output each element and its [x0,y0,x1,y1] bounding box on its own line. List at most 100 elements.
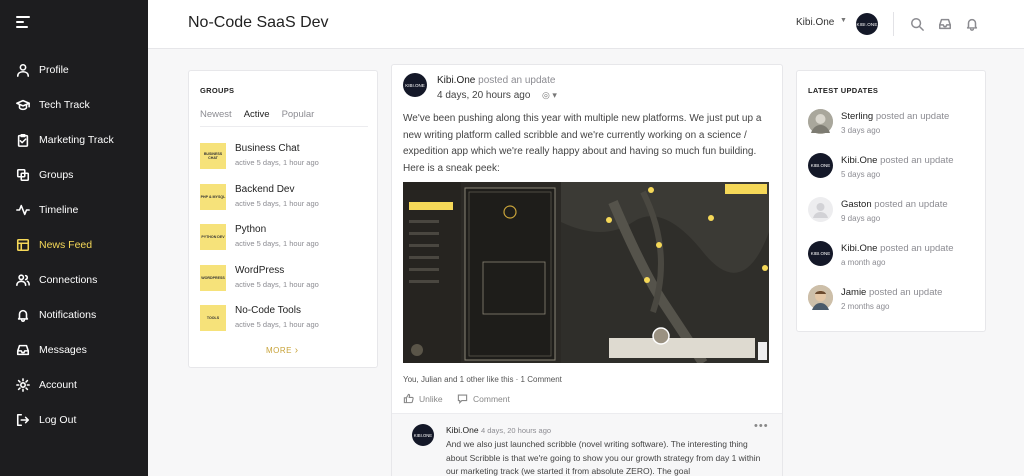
unlike-label: Unlike [419,393,443,404]
group-thumbnail[interactable]: BUSINESS CHAT [200,143,226,169]
header-divider [893,12,894,36]
comment-icon [457,394,468,404]
update-action: posted an update [874,199,948,210]
sidebar: Profile Tech Track Marketing Track Group… [0,0,148,476]
user-icon [16,63,30,77]
chevron-down-icon[interactable]: ▼ [840,17,847,24]
bell-icon[interactable] [965,17,979,31]
sidebar-item-label: Account [39,378,77,391]
comment-timestamp: 4 days, 20 hours ago [480,426,552,435]
latest-updates-heading: LATEST UPDATES [808,86,879,95]
avatar[interactable]: KIBI.ONE [412,424,434,446]
sidebar-item-marketing-track[interactable]: Marketing Track [0,122,148,157]
group-name[interactable]: Backend Dev [235,184,319,195]
user-menu-name[interactable]: Kibi.One [796,17,834,28]
avatar[interactable] [808,285,833,310]
list-item[interactable]: KIBI.ONE Kibi.One posted an update 5 days… [808,153,954,197]
post-timestamp[interactable]: 4 days, 20 hours ago [437,90,530,101]
update-author[interactable]: Kibi.One [841,243,877,254]
activity-post: KIBI.ONE Kibi.One posted an update 4 day… [391,64,783,476]
update-time: a month ago [841,258,886,267]
tab-popular[interactable]: Popular [282,109,315,126]
avatar[interactable] [808,109,833,134]
likes-summary[interactable]: You, Julian and 1 other like this · 1 Co… [403,375,562,384]
inbox-icon [16,343,30,357]
comment-content: And we also just launched scribble (nove… [446,439,761,476]
update-author[interactable]: Jamie [841,287,866,298]
sidebar-item-label: Marketing Track [39,133,114,146]
list-item[interactable]: PHP & MYSQL Backend Dev active 5 days, 1 … [200,183,319,225]
sidebar-item-messages[interactable]: Messages [0,332,148,367]
more-options-icon[interactable]: ••• [754,420,769,432]
sidebar-item-profile[interactable]: Profile [0,52,148,87]
group-meta: active 5 days, 1 hour ago [235,320,319,329]
sidebar-nav: Profile Tech Track Marketing Track Group… [0,52,148,437]
group-name[interactable]: WordPress [235,265,319,276]
list-item[interactable]: Jamie posted an update 2 months ago [808,285,954,329]
sidebar-item-tech-track[interactable]: Tech Track [0,87,148,122]
search-icon[interactable] [910,17,924,31]
updates-list: Sterling posted an update 3 days ago KIBI… [808,109,954,329]
update-action: posted an update [880,155,954,166]
group-meta: active 5 days, 1 hour ago [235,239,319,248]
sidebar-item-label: Timeline [39,203,79,216]
avatar[interactable] [808,197,833,222]
group-name[interactable]: Python [235,224,319,235]
gear-icon [16,377,30,392]
sidebar-item-label: Log Out [39,413,77,426]
group-name[interactable]: Business Chat [235,143,319,154]
update-time: 3 days ago [841,126,881,135]
avatar[interactable]: KIBI.ONE [403,73,427,97]
sidebar-item-news-feed[interactable]: News Feed [0,227,148,262]
list-item[interactable]: WORDPRESS WordPress active 5 days, 1 hour… [200,264,319,306]
chevron-right-icon: › [294,345,299,356]
sidebar-item-account[interactable]: Account [0,367,148,402]
sidebar-item-label: News Feed [39,238,93,251]
thumbs-up-icon [403,393,414,404]
post-image[interactable] [403,182,769,363]
post-author-link[interactable]: Kibi.One [437,75,475,86]
tab-newest[interactable]: Newest [200,109,232,126]
group-thumbnail[interactable]: PYTHON DEV [200,224,226,250]
more-label: MORE [266,346,292,355]
bell-icon [16,308,30,322]
sidebar-item-connections[interactable]: Connections [0,262,148,297]
globe-icon[interactable]: ◎ ▾ [542,90,557,101]
comment-button[interactable]: Comment [457,393,510,404]
avatar[interactable]: KIBI.ONE [808,241,833,266]
group-thumbnail[interactable]: TOOLS [200,305,226,331]
sidebar-item-log-out[interactable]: Log Out [0,402,148,437]
menu-toggle-icon[interactable] [16,16,32,30]
inbox-icon[interactable] [938,17,952,31]
news-feed-icon [16,238,30,252]
update-action: posted an update [875,111,950,122]
sidebar-item-label: Messages [39,343,87,356]
group-thumbnail[interactable]: PHP & MYSQL [200,183,226,210]
sidebar-item-groups[interactable]: Groups [0,157,148,192]
list-item[interactable]: Sterling posted an update 3 days ago [808,109,954,153]
groups-tabs: Newest Active Popular [200,109,368,127]
groups-heading: GROUPS [200,86,235,95]
avatar[interactable]: KIBI.ONE [856,13,878,35]
tab-active[interactable]: Active [244,109,270,126]
sidebar-item-label: Connections [39,273,98,286]
unlike-button[interactable]: Unlike [403,393,443,404]
update-time: 2 months ago [841,302,890,311]
groups-icon [16,168,30,182]
sidebar-item-timeline[interactable]: Timeline [0,192,148,227]
group-thumbnail[interactable]: WORDPRESS [200,264,226,291]
list-item[interactable]: PYTHON DEV Python active 5 days, 1 hour a… [200,224,319,265]
comment-author-link[interactable]: Kibi.One [446,425,479,435]
sidebar-item-notifications[interactable]: Notifications [0,297,148,332]
list-item[interactable]: Gaston posted an update 9 days ago [808,197,954,241]
update-author[interactable]: Sterling [841,111,873,122]
list-item[interactable]: BUSINESS CHAT Business Chat active 5 days… [200,143,319,184]
avatar[interactable]: KIBI.ONE [808,153,833,178]
group-name[interactable]: No-Code Tools [235,305,319,316]
list-item[interactable]: TOOLS No-Code Tools active 5 days, 1 hour… [200,305,319,346]
list-item[interactable]: KIBI.ONE Kibi.One posted an update a mont… [808,241,954,285]
update-author[interactable]: Gaston [841,199,872,210]
group-meta: active 5 days, 1 hour ago [235,198,319,208]
update-author[interactable]: Kibi.One [841,155,877,166]
more-link[interactable]: MORE › [266,345,299,356]
